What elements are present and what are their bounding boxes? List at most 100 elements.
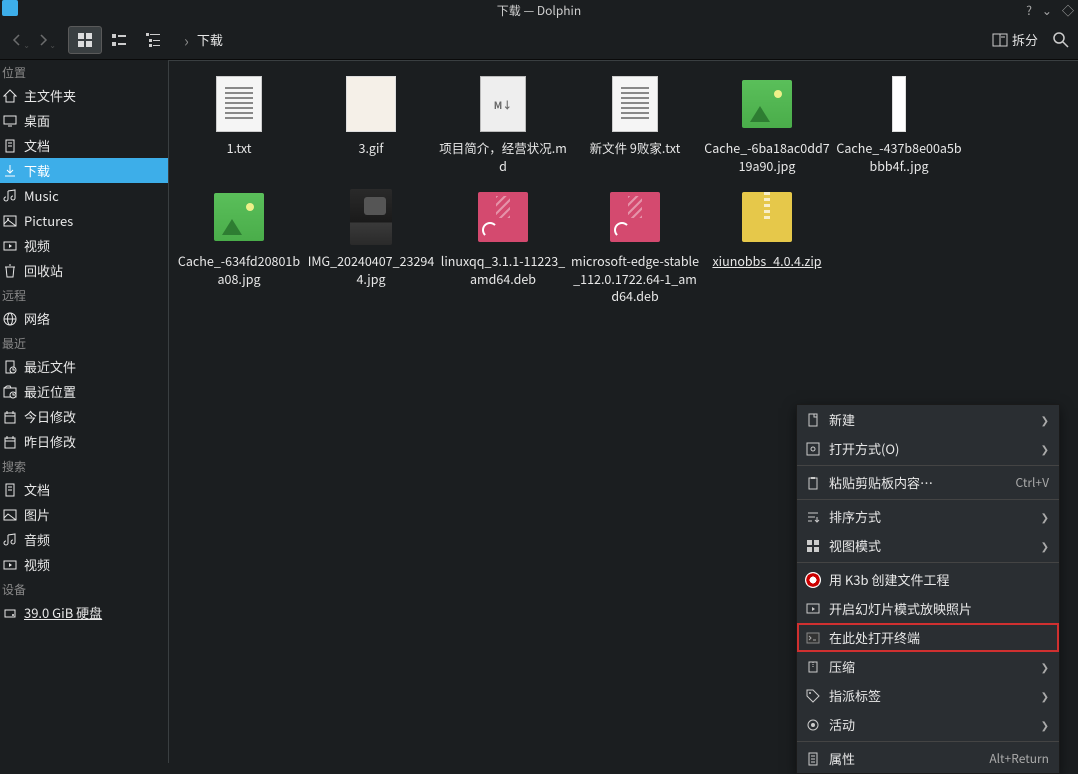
k3b-icon: [805, 572, 821, 588]
file-item[interactable]: 1.txt: [173, 71, 305, 178]
minimize-icon[interactable]: ⌄: [1042, 2, 1052, 19]
docs-icon: [2, 138, 18, 154]
back-button[interactable]: ⌄: [6, 29, 28, 51]
file-item[interactable]: microsoft-edge-stable_112.0.1722.64-1_am…: [569, 184, 701, 309]
file-thumbnail: [478, 188, 528, 246]
file-item[interactable]: Cache_-6ba18ac0dd719a90.jpg: [701, 71, 833, 178]
file-item[interactable]: IMG_20240407_232944.jpg: [305, 184, 437, 309]
file-label: microsoft-edge-stable_112.0.1722.64-1_am…: [571, 252, 699, 305]
menu-item-new[interactable]: 新建 ❯: [797, 405, 1059, 434]
breadcrumb-separator-icon: ›: [184, 28, 189, 52]
forward-button[interactable]: ⌄: [32, 29, 54, 51]
sidebar-item-network[interactable]: 网络: [0, 306, 168, 331]
sidebar-item-yesterday[interactable]: 昨日修改: [0, 429, 168, 454]
download-icon: [2, 163, 18, 179]
menu-item-label: 粘贴剪贴板内容…: [829, 473, 1008, 492]
menu-item-label: 新建: [829, 410, 1033, 429]
file-item[interactable]: Cache_-634fd20801ba08.jpg: [173, 184, 305, 309]
menu-item-tag[interactable]: 指派标签❯: [797, 681, 1059, 710]
open-icon: [805, 441, 821, 457]
props-icon: [805, 751, 821, 767]
sidebar-item-today[interactable]: 今日修改: [0, 404, 168, 429]
sidebar-item-disk[interactable]: 39.0 GiB 硬盘: [0, 600, 168, 625]
menu-item-label: 视图模式: [829, 536, 1033, 555]
sidebar-section-header: 搜索: [0, 454, 168, 477]
menu-item-paste[interactable]: 粘贴剪贴板内容… Ctrl+V: [797, 468, 1059, 497]
toolbar: ⌄ ⌄ › 下载 拆分: [0, 20, 1078, 60]
sort-icon: [805, 509, 821, 525]
menu-item-activity[interactable]: 活动 ❯: [797, 710, 1059, 739]
menu-item-label: 用 K3b 创建文件工程: [829, 570, 1049, 589]
image-icon: [2, 507, 18, 523]
menu-shortcut: Ctrl+V: [1016, 474, 1049, 491]
sidebar-item-home[interactable]: 主文件夹: [0, 83, 168, 108]
sidebar-item-label: 文档: [24, 480, 50, 499]
sidebar-item-trash[interactable]: 回收站: [0, 258, 168, 283]
file-item[interactable]: 新文件 9败家.txt: [569, 71, 701, 178]
sidebar-item-label: 音频: [24, 530, 50, 549]
sidebar-item-label: 视频: [24, 236, 50, 255]
file-label: 项目简介，经营状况.md: [439, 139, 567, 174]
sidebar-item-desktop[interactable]: 桌面: [0, 108, 168, 133]
submenu-arrow-icon: ❯: [1041, 441, 1049, 456]
sidebar-item-download[interactable]: 下载: [0, 158, 168, 183]
sidebar-item-audio[interactable]: 音频: [0, 527, 168, 552]
search-button[interactable]: [1050, 29, 1072, 51]
file-item[interactable]: Cache_-437b8e00a5bbbb4f..jpg: [833, 71, 965, 178]
compact-view-button[interactable]: [102, 26, 136, 54]
menu-item-props[interactable]: 属性Alt+Return: [797, 744, 1059, 773]
view-mode-group: [68, 26, 170, 54]
maximize-icon[interactable]: ◇: [1062, 2, 1074, 19]
sidebar-item-recent-files[interactable]: 最近文件: [0, 354, 168, 379]
menu-item-label: 活动: [829, 715, 1033, 734]
menu-item-viewmode[interactable]: 视图模式 ❯: [797, 531, 1059, 560]
sidebar-item-music[interactable]: Music: [0, 183, 168, 208]
menu-separator: [797, 499, 1059, 500]
submenu-arrow-icon: ❯: [1041, 412, 1049, 427]
sidebar-item-docs[interactable]: 文档: [0, 133, 168, 158]
menu-item-sort[interactable]: 排序方式❯: [797, 502, 1059, 531]
menu-item-open[interactable]: 打开方式(O) ❯: [797, 434, 1059, 463]
recent-loc-icon: [2, 384, 18, 400]
submenu-arrow-icon: ❯: [1041, 538, 1049, 553]
disk-icon: [2, 605, 18, 621]
breadcrumb[interactable]: 下载: [197, 30, 223, 49]
submenu-arrow-icon: ❯: [1041, 717, 1049, 732]
paste-icon: [805, 475, 821, 491]
sidebar-item-label: 昨日修改: [24, 432, 76, 451]
help-icon[interactable]: ?: [1026, 2, 1032, 19]
menu-item-compress[interactable]: 压缩 ❯: [797, 652, 1059, 681]
menu-item-terminal[interactable]: 在此处打开终端: [797, 623, 1059, 652]
split-button[interactable]: 拆分: [992, 30, 1038, 49]
file-item[interactable]: M↓项目简介，经营状况.md: [437, 71, 569, 178]
file-label: 3.gif: [359, 139, 384, 157]
docs-icon: [2, 482, 18, 498]
sidebar-item-video[interactable]: 视频: [0, 552, 168, 577]
file-item[interactable]: xiunobbs_4.0.4.zip: [701, 184, 833, 309]
menu-item-label: 打开方式(O): [829, 439, 1033, 458]
file-label: 1.txt: [227, 139, 252, 157]
sidebar-item-image[interactable]: 图片: [0, 502, 168, 527]
menu-item-slideshow[interactable]: 开启幻灯片模式放映照片: [797, 594, 1059, 623]
sidebar-item-label: 图片: [24, 505, 50, 524]
compact-icon: [111, 32, 127, 48]
viewmode-icon: [805, 538, 821, 554]
sidebar-item-docs[interactable]: 文档: [0, 477, 168, 502]
details-view-button[interactable]: [136, 26, 170, 54]
activity-icon: [805, 717, 821, 733]
sidebar-item-label: 最近位置: [24, 382, 76, 401]
sidebar-item-pictures[interactable]: Pictures: [0, 208, 168, 233]
sidebar-item-video[interactable]: 视频: [0, 233, 168, 258]
menu-item-label: 压缩: [829, 657, 1033, 676]
submenu-arrow-icon: ❯: [1041, 659, 1049, 674]
sidebar-item-label: Music: [24, 186, 59, 205]
sidebar-item-label: 最近文件: [24, 357, 76, 376]
file-item[interactable]: 3.gif: [305, 71, 437, 178]
tag-icon: [805, 688, 821, 704]
menu-item-label: 指派标签: [829, 686, 1033, 705]
icons-view-button[interactable]: [68, 26, 102, 54]
file-item[interactable]: linuxqq_3.1.1-11223_amd64.deb: [437, 184, 569, 309]
sidebar-item-recent-loc[interactable]: 最近位置: [0, 379, 168, 404]
sidebar-section-header: 设备: [0, 577, 168, 600]
menu-item-k3b[interactable]: 用 K3b 创建文件工程: [797, 565, 1059, 594]
